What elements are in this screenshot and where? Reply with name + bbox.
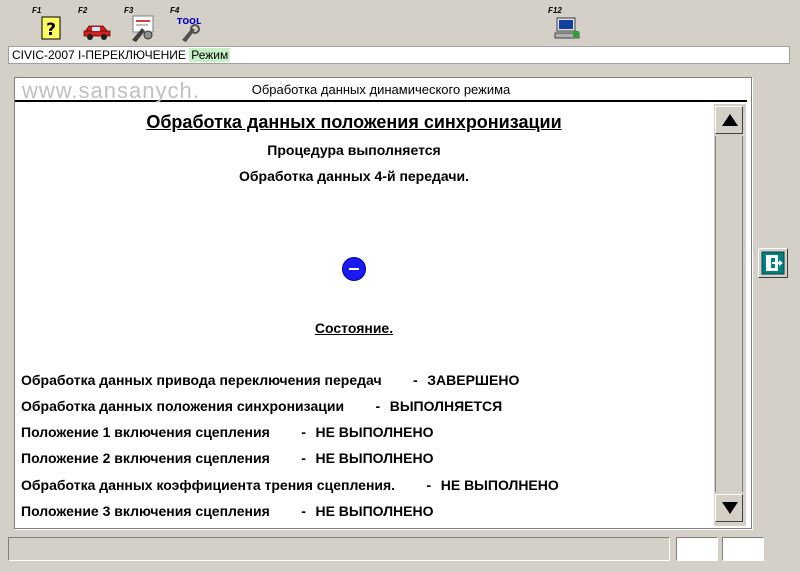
diagnostic-icon	[132, 15, 154, 42]
status-row-value: НЕ ВЫПОЛНЕНО	[315, 424, 434, 440]
status-row-label: Обработка данных положения синхронизации	[21, 398, 345, 414]
status-row-label: Положение 3 включения сцепления	[21, 503, 270, 519]
procedure-text: Процедура выполняется	[267, 142, 441, 158]
help-icon: ?	[41, 16, 61, 40]
f3-diagnostic-button[interactable]: F3	[122, 6, 162, 42]
status-row: Обработка данных положения синхронизации…	[21, 398, 681, 418]
status-row-value: ВЫПОЛНЯЕТСЯ	[389, 398, 503, 414]
status-row-label: Положение 2 включения сцепления	[21, 450, 270, 466]
status-row: Обработка данных коэффициента трения сце…	[21, 477, 681, 497]
status-row-value: ЗАВЕРШЕНО	[427, 372, 520, 388]
toolbar: F1 ? F2 F3 F4 TOOL F12	[0, 0, 800, 44]
status-row-dash: -	[301, 503, 306, 519]
exit-button[interactable]	[758, 248, 788, 278]
vertical-scrollbar[interactable]	[714, 104, 746, 526]
breadcrumb-path: CIVIC-2007 I-ПЕРЕКЛЮЧЕНИЕ	[12, 48, 186, 62]
scroll-track[interactable]	[715, 136, 743, 492]
status-row-dash: -	[375, 398, 381, 414]
status-row-value: НЕ ВЫПОЛНЕНО	[315, 450, 434, 466]
mode-label: Режим	[189, 48, 231, 62]
status-row-value: НЕ ВЫПОЛНЕНО	[440, 477, 559, 493]
f1-help-button[interactable]: F1 ?	[30, 6, 70, 42]
status-row: Обработка данных привода переключения пе…	[21, 372, 681, 392]
watermark: www.sansanych.	[22, 78, 200, 103]
f12-computer-button[interactable]: F12	[546, 6, 586, 42]
status-row: Положение 2 включения сцепления - НЕ ВЫП…	[21, 450, 681, 470]
status-row-value: НЕ ВЫПОЛНЕНО	[315, 503, 434, 519]
tool-icon: TOOL	[177, 17, 201, 42]
arrow-up-icon	[722, 114, 738, 126]
status-heading: Состояние.	[314, 320, 394, 336]
status-row-label: Обработка данных коэффициента трения сце…	[21, 477, 396, 493]
status-row-dash: -	[413, 372, 418, 388]
page-title: Обработка данных положения синхронизации	[146, 112, 562, 132]
f4-tool-button[interactable]: F4 TOOL	[168, 6, 208, 42]
exit-icon	[761, 251, 785, 275]
status-row-label: Обработка данных привода переключения пе…	[21, 372, 382, 388]
status-row-dash: -	[426, 477, 432, 493]
status-box-2	[722, 537, 764, 561]
status-row: Положение 1 включения сцепления - НЕ ВЫП…	[21, 424, 681, 444]
content-area: Обработка данных положения синхронизации…	[15, 102, 713, 528]
breadcrumb: CIVIC-2007 I-ПЕРЕКЛЮЧЕНИЕ Режим	[8, 46, 790, 64]
scroll-up-button[interactable]	[715, 106, 743, 134]
status-row-dash: -	[301, 450, 306, 466]
svg-text:?: ?	[46, 20, 56, 40]
scroll-down-button[interactable]	[715, 494, 743, 522]
computer-icon	[554, 17, 580, 39]
status-message-field	[8, 537, 670, 561]
status-row-label: Положение 1 включения сцепления	[21, 424, 270, 440]
car-icon	[83, 25, 111, 40]
main-panel: Обработка данных динамического режима Об…	[14, 77, 752, 529]
status-bar	[8, 537, 790, 563]
f2-vehicle-button[interactable]: F2	[76, 6, 116, 42]
status-row: Положение 3 включения сцепления - НЕ ВЫП…	[21, 503, 681, 523]
arrow-down-icon	[722, 502, 738, 514]
gear-step-text: Обработка данных 4-й передачи.	[239, 168, 469, 184]
status-row-dash: -	[301, 424, 306, 440]
progress-spinner-icon	[342, 257, 366, 281]
status-box-1	[676, 537, 718, 561]
